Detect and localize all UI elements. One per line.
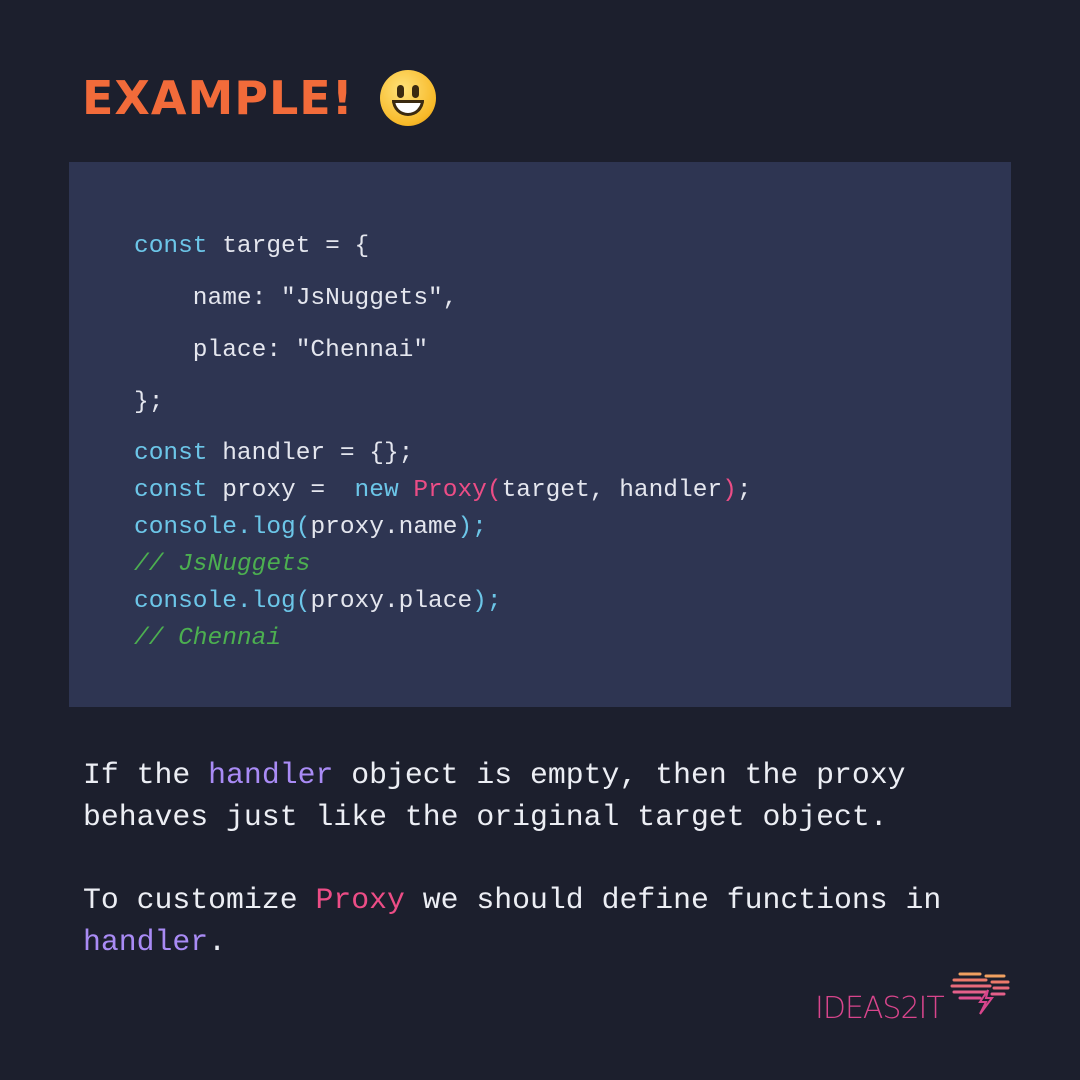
text: To customize <box>83 883 316 917</box>
code-token: const <box>134 477 208 504</box>
code-term-handler: handler <box>208 758 334 792</box>
smiling-face-icon <box>379 70 436 126</box>
brain-lightning-icon <box>950 972 1010 1015</box>
code-token: ) <box>722 477 737 504</box>
code-line: name: "JsNuggets", <box>134 280 752 332</box>
code-term-handler: handler <box>83 925 209 959</box>
code-token: // JsNuggets <box>134 551 311 578</box>
code-token: name: "JsNuggets", <box>134 285 458 312</box>
code-token: const <box>134 233 208 260</box>
code-token: console.log( <box>134 514 311 541</box>
code-token: }; <box>134 389 164 416</box>
code-line: // JsNuggets <box>134 546 752 583</box>
code-token: target = { <box>207 233 370 260</box>
code-token: place: "Chennai" <box>134 337 429 364</box>
code-token: handler = {}; <box>207 440 414 467</box>
code-token: proxy = <box>207 477 355 504</box>
code-content: const target = { name: "JsNuggets", plac… <box>134 228 752 657</box>
code-line: const target = { <box>134 228 752 280</box>
text: we should define functions in <box>422 883 942 917</box>
explanation-paragraph-1: If the handler object is empty, then the… <box>83 754 906 838</box>
code-token: const <box>134 440 208 467</box>
explanation-paragraph-2: To customize Proxy we should define func… <box>83 879 941 963</box>
ideas2it-logo: IDEAS2IT <box>815 968 1012 1026</box>
code-line: console.log(proxy.name); <box>134 509 752 546</box>
logo-text: IDEAS2IT <box>815 991 945 1026</box>
title-text: EXAMPLE! <box>82 71 354 125</box>
code-line: // Chennai <box>134 620 752 657</box>
code-line: const proxy = new Proxy(target, handler)… <box>134 472 752 509</box>
code-term-proxy: Proxy <box>315 883 405 917</box>
code-token: ); <box>472 588 502 615</box>
code-line: place: "Chennai" <box>134 332 752 384</box>
code-line: const handler = {}; <box>134 435 752 472</box>
code-token: proxy.name <box>310 514 458 541</box>
code-line: }; <box>134 384 752 435</box>
code-token: target, handler <box>501 477 723 504</box>
code-token: ); <box>457 514 487 541</box>
page-title: EXAMPLE! <box>82 70 436 126</box>
code-line: console.log(proxy.place); <box>134 583 752 620</box>
code-token: ; <box>736 477 752 504</box>
text: . <box>208 925 227 959</box>
code-token: new <box>354 477 399 504</box>
code-token: // Chennai <box>134 625 282 652</box>
text: If the <box>83 758 209 792</box>
code-token: console.log( <box>134 588 311 615</box>
code-token: Proxy( <box>413 477 502 504</box>
code-token: proxy.place <box>310 588 473 615</box>
